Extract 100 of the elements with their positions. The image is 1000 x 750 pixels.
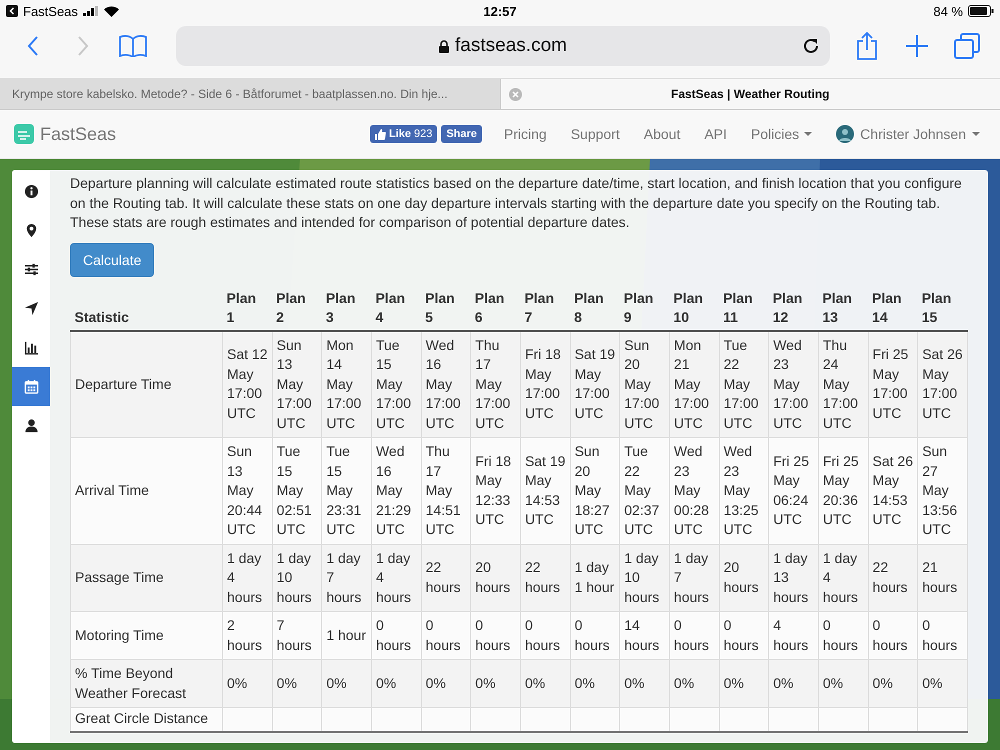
browser-tab[interactable]: Krympe store kabelsko. Metode? - Side 6 - Båtforumet - baatplassen.no. Din hje... <box>0 79 500 109</box>
table-cell: Mon 21 May 17:00 UTC <box>669 330 720 438</box>
calendar-icon <box>24 379 38 394</box>
column-header: Plan 14 <box>872 288 902 326</box>
row-label: % Time Beyond Weather Forecast <box>70 660 222 708</box>
column-header: Plan 4 <box>375 288 406 326</box>
table-cell: 7 hours <box>272 612 322 660</box>
table-cell: Sat 19 May 17:00 UTC <box>570 330 620 438</box>
table-cell: Sun 27 May 13:56 UTC <box>918 438 968 544</box>
table-cell: 0 hours <box>421 612 471 660</box>
nav-link[interactable]: About <box>632 126 692 142</box>
back-icon[interactable] <box>6 5 18 17</box>
table-cell: Fri 25 May 06:24 UTC <box>768 438 818 544</box>
table-cell: 22 hours <box>421 544 471 612</box>
row-label: Passage Time <box>70 544 222 612</box>
wifi-icon <box>104 6 119 16</box>
column-header: Plan 11 <box>723 288 753 326</box>
table-cell: 0 hours <box>818 612 868 660</box>
column-header: Plan 8 <box>574 288 604 326</box>
table-cell: Wed 23 May 00:28 UTC <box>669 438 720 544</box>
table-cell: Thu 24 May 17:00 UTC <box>818 330 868 438</box>
user-icon <box>24 418 38 433</box>
like-button[interactable]: Like 923 <box>370 125 438 143</box>
table-cell: 0% <box>719 660 769 708</box>
table-cell: 0 hours <box>669 612 720 660</box>
table-cell: 0% <box>620 660 670 708</box>
table-cell: Tue 15 May 02:51 UTC <box>272 438 322 544</box>
calculate-button[interactable]: Calculate <box>70 242 154 276</box>
user-menu[interactable]: Christer Johnsen <box>824 124 986 144</box>
table-cell: 0% <box>421 660 471 708</box>
row-label: Great Circle Distance <box>70 708 222 731</box>
column-header: Plan 10 <box>673 288 703 326</box>
table-cell: Thu 17 May 14:51 UTC <box>421 438 471 544</box>
table-cell: Sun 20 May 17:00 UTC <box>620 330 670 438</box>
caret-icon <box>972 132 980 136</box>
back-app-label[interactable]: FastSeas <box>23 4 78 18</box>
table-cell: 0% <box>868 660 918 708</box>
table-cell: 0% <box>768 660 818 708</box>
table-cell: 1 day 4 hours <box>222 544 272 612</box>
table-cell: 0 hours <box>520 612 570 660</box>
table-cell: 21 hours <box>918 544 968 612</box>
info-icon <box>24 184 38 199</box>
table-cell: 0% <box>371 660 422 708</box>
table-cell: Wed 23 May 13:25 UTC <box>719 438 769 544</box>
column-header: Plan 2 <box>276 288 306 326</box>
table-cell: 0% <box>818 660 868 708</box>
table-cell: Sun 20 May 18:27 UTC <box>570 438 620 544</box>
table-cell: Sat 26 May 14:53 UTC <box>868 438 918 544</box>
table-cell: 14 hours <box>620 612 670 660</box>
description-text: Departure planning will calculate estimated route statistics based on the departure date/time, start location, and finish location that you configure on the Routing tab. It will calculate these stats on one day departure intervals starting with the departure date you specify on the Routing tab. These stats are rough estimates and intended for comparison of potential departure dates. <box>70 174 963 232</box>
address-bar[interactable]: fastseas.com <box>176 26 830 66</box>
nav-link[interactable]: API <box>692 126 739 142</box>
column-header: Plan 6 <box>474 288 504 326</box>
table-cell: 20 hours <box>470 544 520 612</box>
table-cell: 0% <box>222 660 272 708</box>
brand-name[interactable]: FastSeas <box>40 124 116 144</box>
column-header: Plan 9 <box>624 288 654 326</box>
table-cell: Tue 15 May 17:00 UTC <box>371 330 422 438</box>
table-cell: 1 day 7 hours <box>322 544 372 612</box>
nav-link[interactable]: Pricing <box>492 126 559 142</box>
table-cell: 20 hours <box>719 544 769 612</box>
sliders-icon <box>24 262 38 277</box>
table-cell: Sat 26 May 17:00 UTC <box>918 330 968 438</box>
table-cell: 0% <box>570 660 620 708</box>
column-header: Plan 7 <box>524 288 554 326</box>
table-cell: Sat 12 May 17:00 UTC <box>222 330 272 438</box>
table-cell: 1 day 10 hours <box>620 544 670 612</box>
nav-link[interactable]: Support <box>558 126 632 142</box>
bookmarks-icon[interactable] <box>119 35 147 57</box>
table-cell: 0 hours <box>918 612 968 660</box>
table-cell: 22 hours <box>868 544 918 612</box>
table-cell: 0% <box>669 660 720 708</box>
table-cell: 1 hour <box>322 612 372 660</box>
table-cell: Tue 22 May 02:37 UTC <box>620 438 670 544</box>
nav-link[interactable]: Policies <box>738 126 824 142</box>
table-cell: 1 day 13 hours <box>768 544 818 612</box>
table-cell: Fri 25 May 17:00 UTC <box>868 330 918 438</box>
reload-icon[interactable] <box>802 37 820 55</box>
table-cell: Sun 13 May 17:00 UTC <box>272 330 322 438</box>
tabs-icon[interactable] <box>954 33 980 59</box>
table-cell: 1 day 7 hours <box>669 544 720 612</box>
column-header: Plan 1 <box>226 288 256 326</box>
clock: 12:57 <box>483 4 517 18</box>
column-header: Plan 13 <box>822 288 852 326</box>
table-cell: Tue 15 May 23:31 UTC <box>322 438 372 544</box>
thumbs-up-icon <box>374 128 386 140</box>
share-button[interactable]: Share <box>441 125 482 143</box>
table-cell: 22 hours <box>520 544 570 612</box>
table-cell: 1 day 4 hours <box>371 544 422 612</box>
table-cell: Mon 14 May 17:00 UTC <box>322 330 372 438</box>
table-cell: Wed 16 May 21:29 UTC <box>371 438 422 544</box>
logo-icon <box>14 124 34 144</box>
table-cell: 0% <box>918 660 968 708</box>
table-cell: Thu 17 May 17:00 UTC <box>470 330 520 438</box>
table-cell: Sun 13 May 20:44 UTC <box>222 438 272 544</box>
share-icon[interactable] <box>856 32 878 60</box>
table-cell: 2 hours <box>222 612 272 660</box>
row-label: Arrival Time <box>70 438 222 544</box>
table-cell: Sat 19 May 14:53 UTC <box>520 438 570 544</box>
new-tab-icon[interactable] <box>905 34 929 58</box>
